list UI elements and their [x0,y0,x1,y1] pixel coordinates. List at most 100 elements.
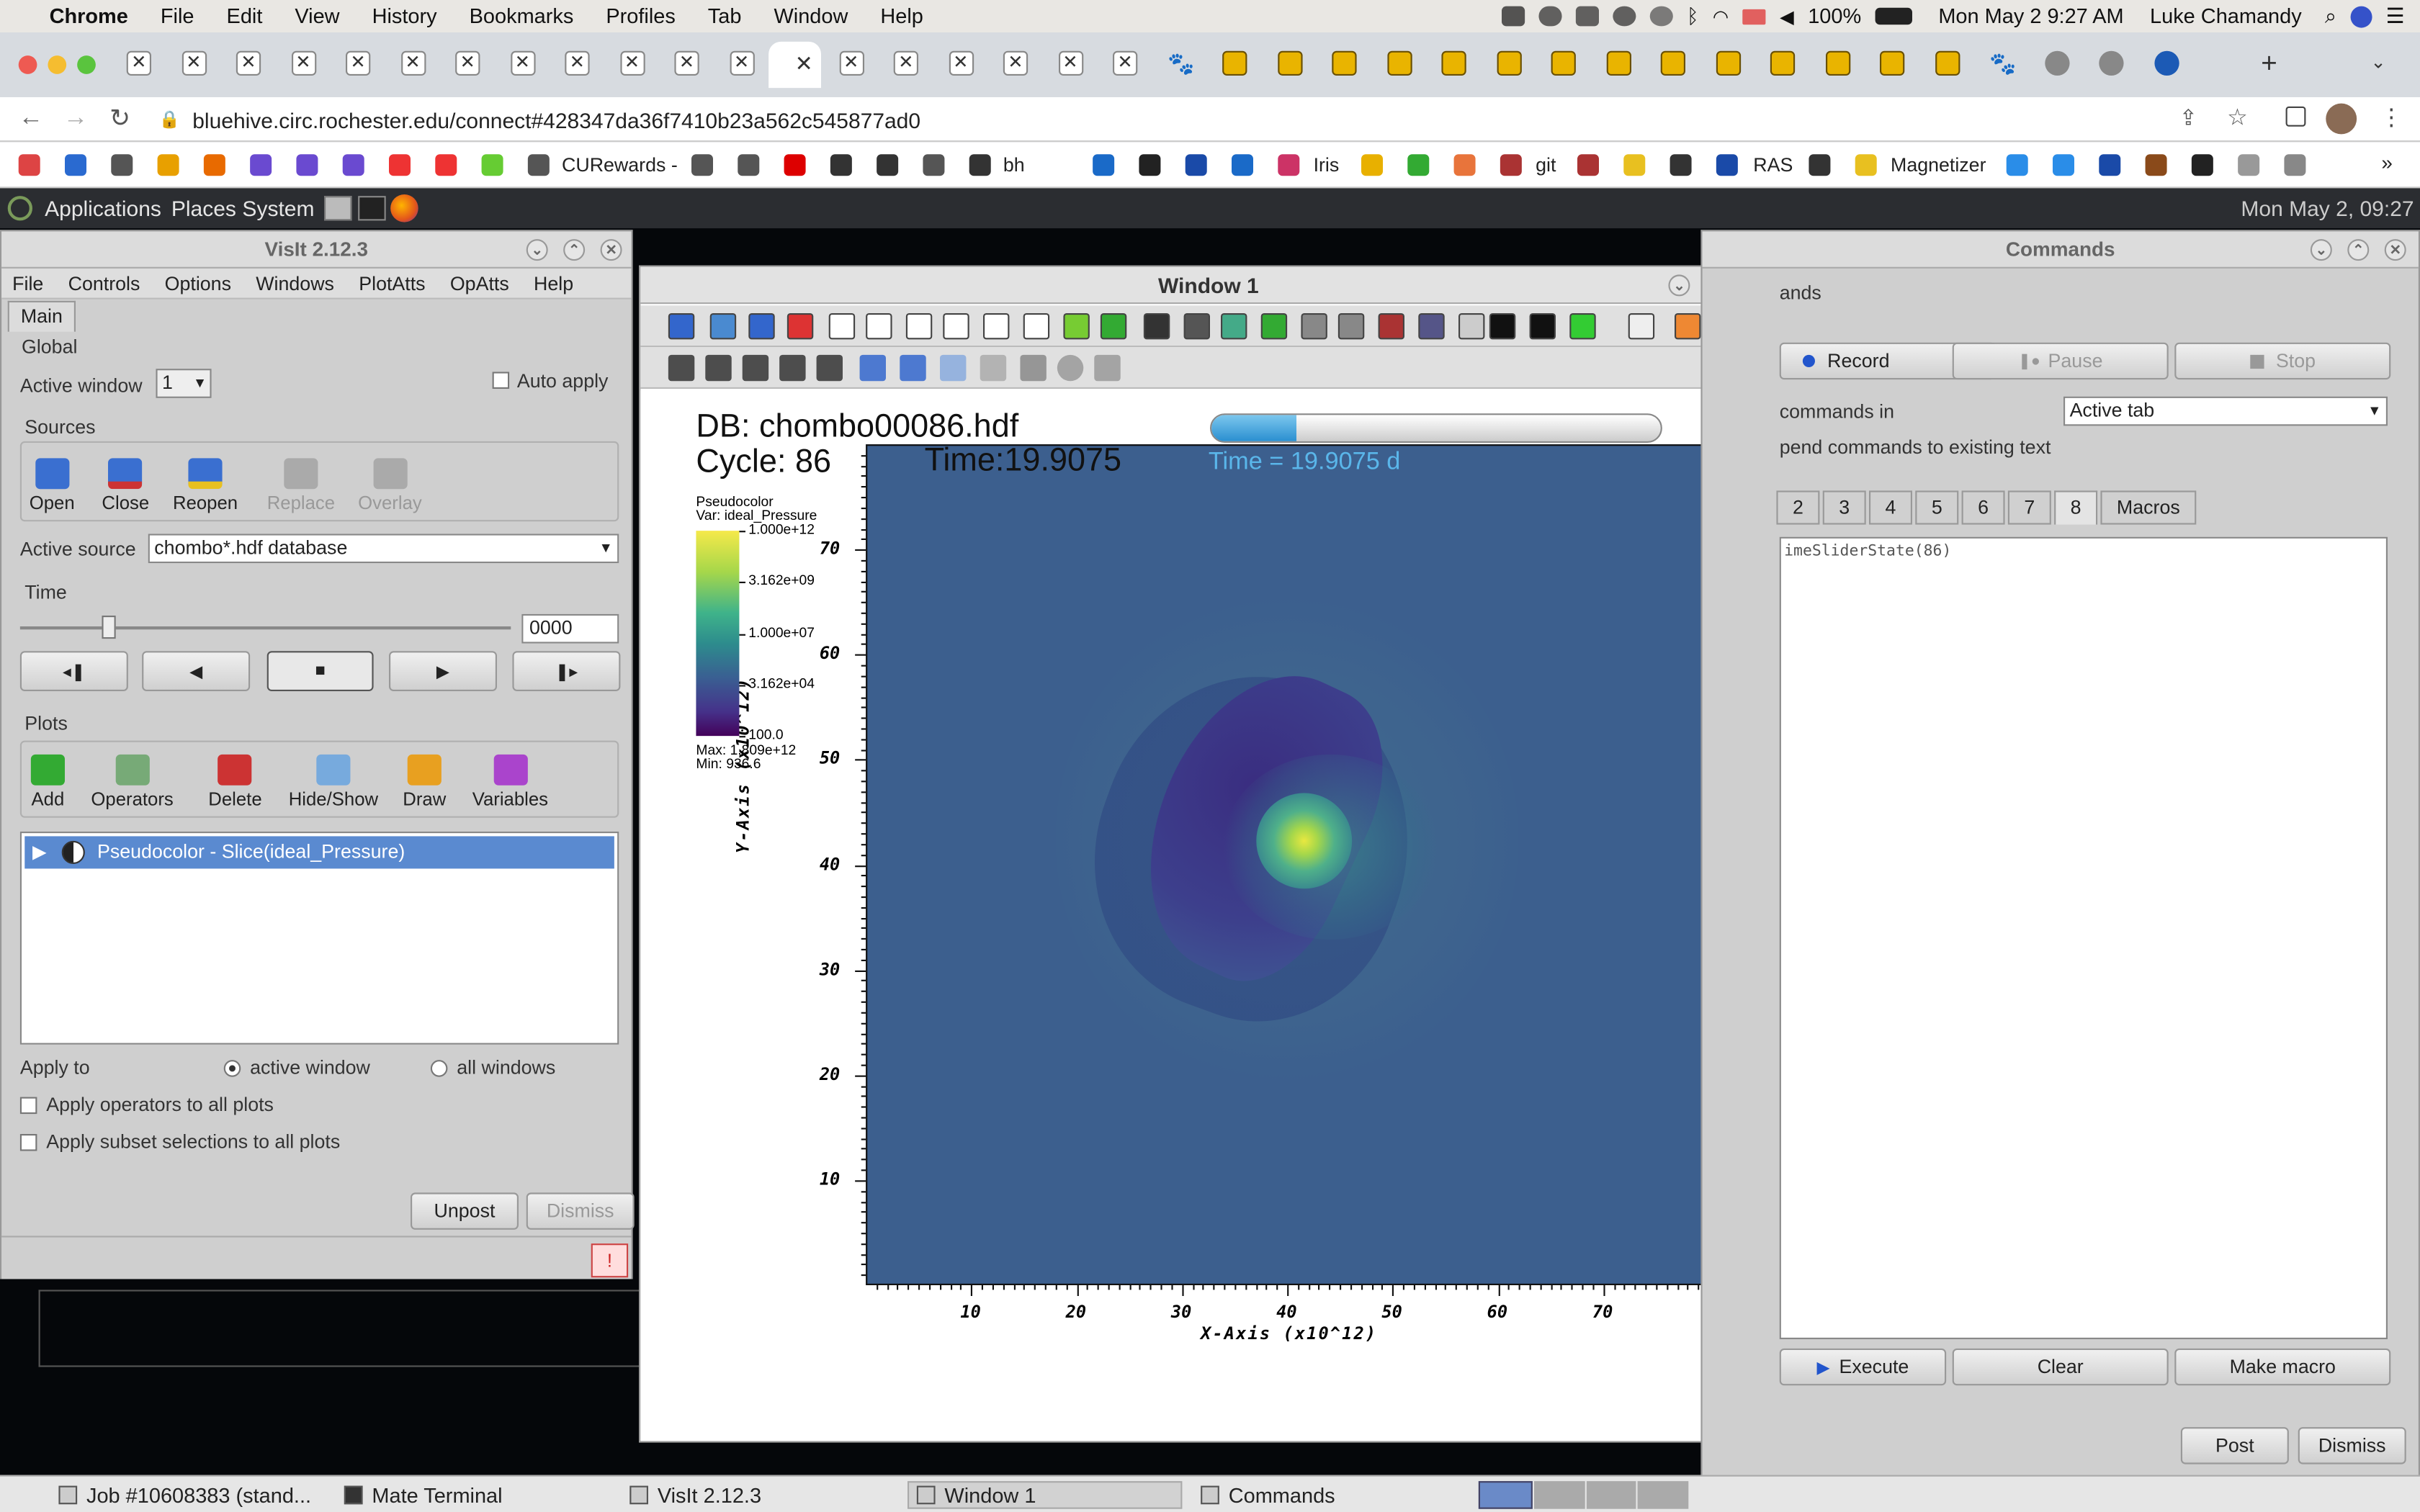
dropbox-icon[interactable] [1501,6,1525,27]
gold-tab-favicon[interactable] [1605,50,1631,76]
visit-menu-opatts[interactable]: OpAtts [450,272,509,294]
taskbar-item-commands[interactable]: Commands [1201,1481,1335,1509]
bookmark-favicon-icon[interactable] [691,154,713,176]
command-tab[interactable]: 8 [2054,490,2098,525]
overlay-button[interactable]: Overlay [358,458,422,514]
bookmark-favicon-icon[interactable] [1809,154,1831,176]
bookmark-favicon-icon[interactable] [481,154,503,176]
active-window-select[interactable]: 1 ▼ [156,369,212,398]
bookmark-magnetizer[interactable]: Magnetizer [1891,154,1986,176]
bookmark-favicon-icon[interactable] [1855,154,1877,176]
bookmark-curewards[interactable]: CURewards - [562,154,678,176]
maximize-icon[interactable]: ⌃ [2347,239,2370,261]
close-icon[interactable]: ✕ [2384,239,2406,261]
lock-icon[interactable]: 🔒 [159,109,180,130]
zoom-window-icon[interactable] [77,55,96,74]
file-manager-icon[interactable] [324,196,352,221]
toolbar-tool-icon[interactable] [983,313,1010,340]
toolbar-interaction-icon[interactable] [859,354,886,382]
gold-tab-favicon[interactable] [1386,50,1412,76]
battery-icon[interactable] [1875,7,1912,25]
gold-tab-favicon[interactable] [1880,50,1905,76]
visit-titlebar[interactable]: VisIt 2.12.3 ⌄ ⌃ ✕ [1,231,632,269]
bookmark-favicon-icon[interactable] [2053,154,2074,176]
toolbar-tool-icon[interactable] [786,313,814,340]
active-window-radio[interactable] [223,1060,241,1077]
close-window-icon[interactable] [18,55,37,74]
x-tab-favicon[interactable]: ✕ [510,50,535,76]
x-tab-favicon[interactable]: ✕ [1057,50,1083,76]
toolbar-interaction-icon[interactable] [705,354,732,382]
minimize-icon[interactable]: ⌄ [2310,239,2332,261]
bookmark-favicon-icon[interactable] [969,154,991,176]
window1-titlebar[interactable]: Window 1 ⌄ ⌃ ✕ [640,266,1777,305]
flag-icon[interactable] [1742,8,1766,24]
toolbar-interaction-icon[interactable] [779,354,806,382]
toolbar-tool-icon[interactable] [1418,313,1445,340]
toolbar-tool-icon[interactable] [905,313,933,340]
open-button[interactable]: Open [30,458,75,514]
dismiss-button[interactable]: Dismiss [526,1192,635,1230]
bookmark-favicon-icon[interactable] [923,154,945,176]
workspace-3[interactable] [1585,1481,1636,1509]
toolbar-tool-icon[interactable] [1063,313,1090,340]
user-name[interactable]: Luke Chamandy [2150,4,2302,27]
visit-menu-file[interactable]: File [12,272,43,294]
command-tab[interactable]: Macros [2100,490,2197,525]
new-tab-button[interactable]: + [2261,48,2277,80]
menu-view[interactable]: View [295,4,339,27]
control-center-icon[interactable]: ☰ [2386,4,2405,28]
panel-clock[interactable]: Mon May 2, 09:27 [2241,196,2414,220]
toolbar-tool-icon[interactable] [1675,313,1701,340]
operators-button[interactable]: Operators [91,754,174,810]
time-slider-handle[interactable] [102,616,117,639]
commands-titlebar[interactable]: Commands ⌄ ⌃ ✕ [1702,231,2419,269]
sync-icon[interactable] [1613,6,1636,27]
x-tab-favicon[interactable]: ✕ [455,50,480,76]
toolbar-interaction-icon[interactable] [900,354,926,382]
x-tab-favicon[interactable]: ✕ [1003,50,1028,76]
step-back-button[interactable]: ◀ [142,651,251,691]
terminal-icon[interactable] [358,196,386,221]
toolbar-tool-icon[interactable] [1221,313,1247,340]
info-tab-favicon[interactable] [2154,50,2179,76]
minimize-icon[interactable]: ⌄ [526,239,548,261]
auto-apply-checkbox[interactable] [492,372,510,389]
wifi-icon[interactable]: ◠ [1713,6,1729,27]
gold-tab-favicon[interactable] [1935,50,1960,76]
bookmark-favicon-icon[interactable] [1453,154,1476,176]
x-tab-favicon[interactable]: ✕ [236,50,261,76]
toolbar-tool-icon[interactable] [668,313,695,340]
time-field[interactable]: 0000 [521,613,619,644]
minimize-window-icon[interactable] [48,55,67,74]
toolbar-tool-icon[interactable] [1301,313,1327,340]
toolbar-interaction-icon[interactable] [980,354,1007,382]
replace-button[interactable]: Replace [267,458,335,514]
toolbar-tool-icon[interactable] [1143,313,1170,340]
plot-visibility-icon[interactable] [61,840,85,864]
visit-menu-windows[interactable]: Windows [256,272,334,294]
bookmark-favicon-icon[interactable] [877,154,899,176]
x-tab-favicon[interactable]: ✕ [126,50,151,76]
bookmark-favicon-icon[interactable] [1500,154,1522,176]
toolbar-tool-icon[interactable] [748,313,775,340]
bookmark-favicon-icon[interactable] [389,154,411,176]
bookmark-bh[interactable]: bh [1003,154,1025,176]
x-tab-favicon[interactable]: ✕ [290,50,316,76]
profile-avatar[interactable] [2326,103,2357,135]
x-tab-favicon[interactable]: ✕ [565,50,590,76]
menu-profiles[interactable]: Profiles [606,4,675,27]
reading-list-icon[interactable] [2285,106,2306,127]
bookmark-favicon-icon[interactable] [1361,154,1383,176]
active-tab-close-icon[interactable]: ✕ [795,51,813,77]
gold-tab-favicon[interactable] [1277,50,1302,76]
gold-tab-favicon[interactable] [1660,50,1685,76]
command-editor[interactable]: imeSliderState(86) [1779,536,2388,1339]
bookmark-favicon-icon[interactable] [1093,154,1115,176]
system-menu[interactable]: System [242,196,314,220]
bookmark-favicon-icon[interactable] [435,154,457,176]
bookmark-favicon-icon[interactable] [18,154,40,176]
reopen-button[interactable]: Reopen [173,458,238,514]
unpost-button[interactable]: Unpost [411,1192,519,1230]
post-button[interactable]: Post [2180,1427,2289,1464]
